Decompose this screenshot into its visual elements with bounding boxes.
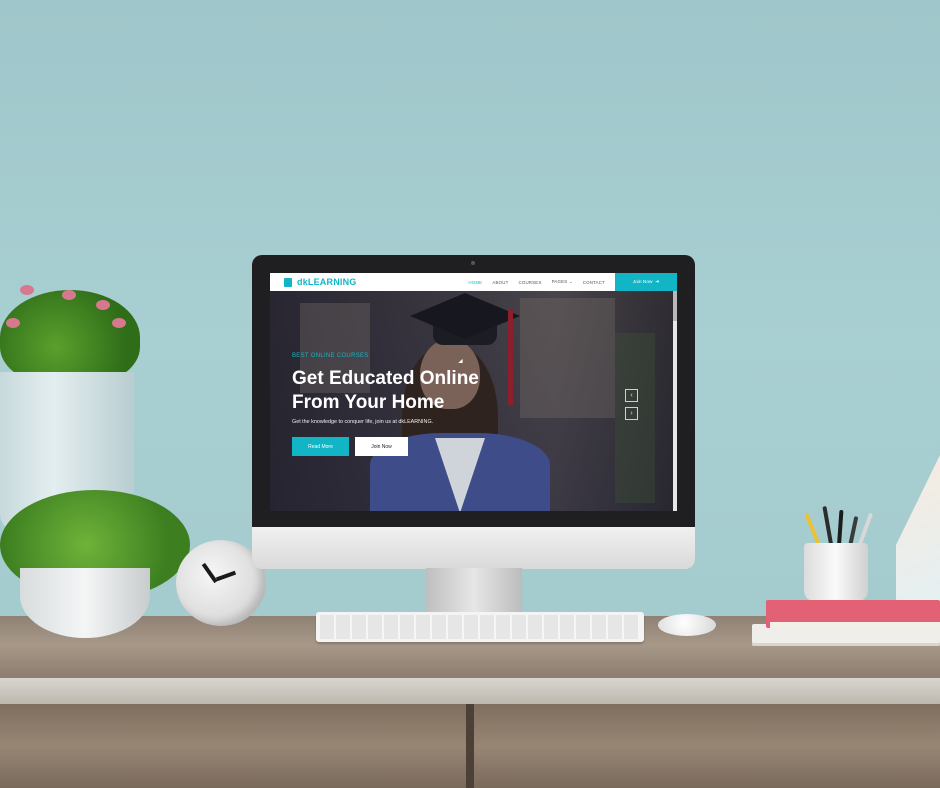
scrollbar[interactable] [673, 291, 677, 511]
carousel-prev-icon[interactable]: ‹ [625, 389, 638, 402]
brand-name: dkLEARNING [297, 277, 357, 287]
stone-wall [520, 298, 615, 418]
carousel-next-icon[interactable]: › [625, 407, 638, 420]
nav-about[interactable]: ABOUT [492, 280, 508, 285]
join-now-button[interactable]: Join Now [355, 437, 408, 456]
nav-pages[interactable]: PAGES ⌄ [552, 279, 573, 285]
site-logo[interactable]: dkLEARNING [284, 277, 357, 287]
flower [96, 300, 110, 310]
nav-pages-label: PAGES [551, 279, 568, 284]
monitor-stand [426, 568, 522, 612]
book-icon [284, 277, 292, 287]
join-now-nav-label: Join Now [632, 279, 653, 285]
flower [62, 290, 76, 300]
read-more-button[interactable]: Read More [292, 437, 349, 456]
desk-drawer-left [0, 704, 466, 788]
potted-flower-plant [0, 290, 140, 385]
nav-contact[interactable]: CONTACT [583, 280, 605, 285]
nav-courses[interactable]: COURSES [518, 280, 541, 285]
webcam [471, 261, 475, 265]
arrow-right-icon: ➜ [655, 279, 660, 285]
scrollbar-thumb[interactable] [673, 291, 677, 321]
monitor-chin [252, 527, 695, 569]
flower [6, 318, 20, 328]
nav-menu: HOME ABOUT COURSES PAGES ⌄ CONTACT Join … [468, 273, 677, 291]
chevron-down-icon: ⌄ [568, 279, 573, 284]
flower [112, 318, 126, 328]
website-screen: dkLEARNING HOME ABOUT COURSES PAGES ⌄ CO… [270, 273, 677, 511]
desk-drawer-right [474, 704, 940, 788]
hero-headline: Get Educated Online From Your Home [292, 368, 479, 413]
desk-edge [0, 678, 940, 704]
keyboard-keys[interactable] [320, 615, 640, 639]
hero-eyebrow: BEST ONLINE COURSES [292, 353, 369, 359]
drawer-gap [466, 704, 474, 788]
book-pages [770, 622, 940, 628]
join-now-nav-button[interactable]: Join Now ➜ [615, 273, 677, 291]
site-navbar: dkLEARNING HOME ABOUT COURSES PAGES ⌄ CO… [270, 273, 677, 291]
nav-home[interactable]: HOME [468, 280, 482, 285]
flower [20, 285, 34, 295]
mouse[interactable] [658, 614, 716, 636]
hero-subtitle: Get the knowledge to conquer life, join … [292, 419, 434, 425]
pen-cup [804, 543, 868, 601]
